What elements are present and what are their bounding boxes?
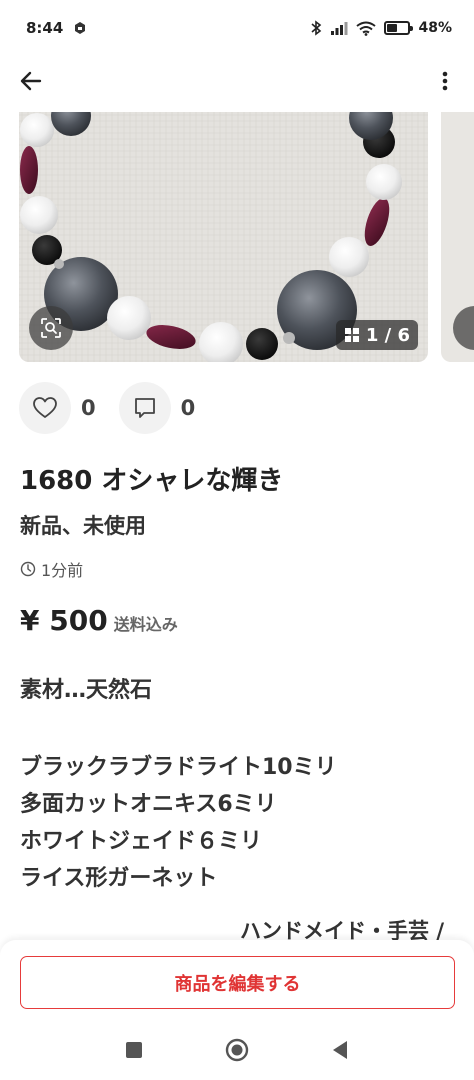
posted-time: 1分前 bbox=[41, 561, 84, 580]
heart-icon bbox=[33, 397, 57, 418]
recents-button[interactable] bbox=[125, 1041, 143, 1063]
comment-button[interactable] bbox=[118, 382, 171, 434]
like-button[interactable] bbox=[19, 382, 71, 434]
clock-icon bbox=[20, 561, 36, 577]
price-row: ¥ 500 送料込み bbox=[20, 604, 178, 637]
square-icon bbox=[126, 1042, 142, 1058]
grid-icon bbox=[344, 328, 359, 342]
description-line: 素材…天然石 bbox=[20, 678, 153, 703]
battery-percent: 48% bbox=[418, 20, 452, 36]
status-bar: 8:44 48% bbox=[0, 0, 474, 56]
engagement-row: 0 0 bbox=[19, 382, 218, 434]
signal-icon bbox=[331, 22, 348, 35]
next-photo-peek[interactable] bbox=[441, 112, 474, 362]
item-title: 1680 オシャレな輝き bbox=[20, 466, 284, 496]
image-search-button[interactable] bbox=[29, 306, 73, 350]
edit-item-button[interactable]: 商品を編集する bbox=[20, 956, 455, 1009]
photo-carousel[interactable]: 1 / 6 bbox=[0, 112, 474, 364]
more-vertical-icon bbox=[442, 71, 448, 91]
comment-icon bbox=[134, 398, 155, 418]
description-blank-line bbox=[20, 709, 460, 749]
bluetooth-icon bbox=[311, 20, 322, 36]
shipping-included: 送料込み bbox=[113, 615, 178, 634]
item-description: 素材…天然石 ブラックラブラドライト10ミリ 多面カットオニキス6ミリ ホワイト… bbox=[20, 672, 460, 897]
back-nav-button[interactable] bbox=[331, 1040, 349, 1064]
more-options-button[interactable] bbox=[430, 64, 460, 98]
description-line: ライス形ガーネット bbox=[20, 866, 218, 891]
item-condition: 新品、未使用 bbox=[20, 514, 146, 538]
like-count: 0 bbox=[81, 396, 96, 420]
back-button[interactable] bbox=[14, 64, 48, 98]
app-bar bbox=[0, 56, 474, 106]
triangle-back-icon bbox=[333, 1041, 347, 1059]
product-photo[interactable]: 1 / 6 bbox=[19, 112, 428, 362]
battery-icon bbox=[384, 21, 414, 35]
status-time: 8:44 bbox=[26, 19, 64, 37]
comment-count: 0 bbox=[180, 396, 196, 420]
circle-icon bbox=[225, 1038, 249, 1062]
system-nav-bar bbox=[0, 1028, 474, 1076]
image-search-icon bbox=[41, 318, 61, 338]
notification-icon bbox=[75, 22, 86, 34]
photo-counter-text: 1 / 6 bbox=[365, 324, 410, 346]
image-search-icon bbox=[453, 306, 474, 350]
description-line: 多面カットオニキス6ミリ bbox=[20, 792, 277, 817]
item-price: ¥ 500 bbox=[20, 604, 108, 637]
posted-time-row: 1分前 bbox=[20, 557, 83, 581]
wifi-icon bbox=[356, 21, 377, 36]
description-line: ブラックラブラドライト10ミリ bbox=[20, 755, 337, 780]
description-line: ホワイトジェイド６ミリ bbox=[20, 829, 263, 854]
photo-counter: 1 / 6 bbox=[335, 320, 418, 350]
home-button[interactable] bbox=[225, 1038, 249, 1066]
arrow-left-icon bbox=[20, 71, 42, 91]
